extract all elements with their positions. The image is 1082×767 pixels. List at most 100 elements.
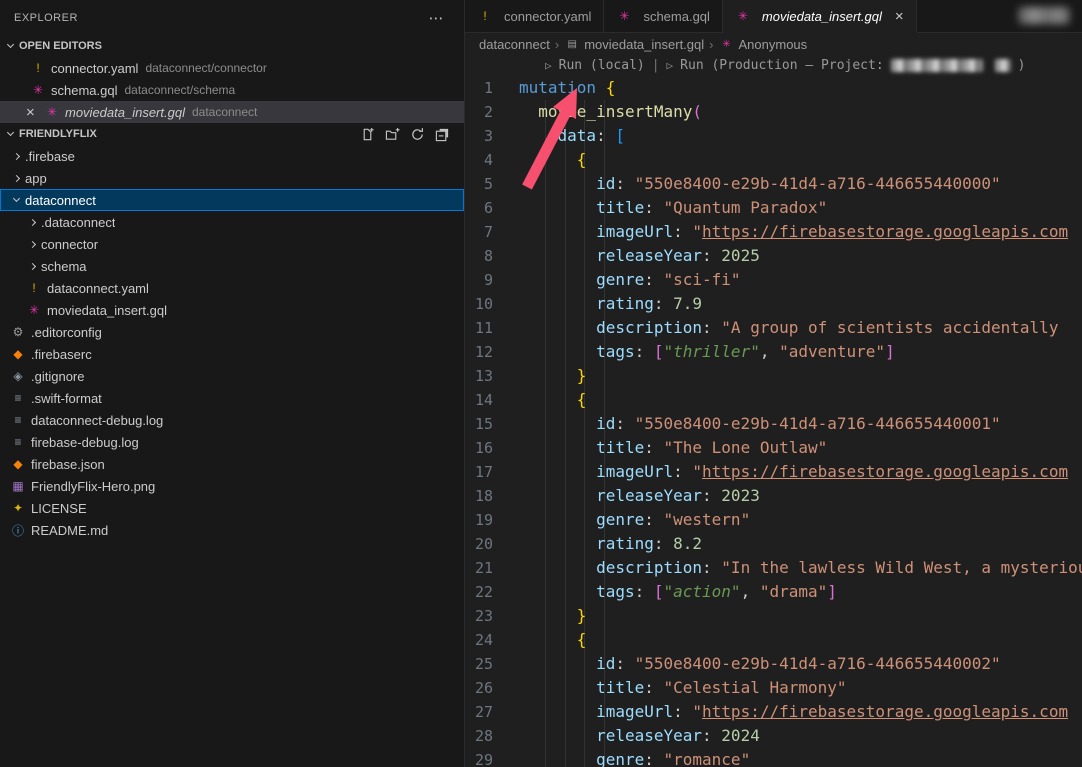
code-line[interactable]: 13 } (465, 364, 1082, 388)
firebase-icon: ◆ (10, 457, 26, 471)
tree-item-connector[interactable]: connector (0, 233, 464, 255)
code-line-text: releaseYear: 2024 (519, 724, 1082, 748)
more-actions-icon[interactable]: ⋯ (423, 9, 451, 27)
doc-icon: ≡ (10, 413, 26, 427)
tree-item-license[interactable]: ✦LICENSE (0, 497, 464, 519)
tree-item--firebaserc[interactable]: ◆.firebaserc (0, 343, 464, 365)
tree-item-schema[interactable]: schema (0, 255, 464, 277)
code-line[interactable]: 26 title: "Celestial Harmony" (465, 676, 1082, 700)
breadcrumb-item[interactable]: dataconnect (479, 37, 550, 52)
line-number: 3 (465, 124, 519, 148)
file-path: dataconnect/connector (145, 61, 266, 75)
code-line[interactable]: 6 title: "Quantum Paradox" (465, 196, 1082, 220)
tree-item-dataconnect-yaml[interactable]: !dataconnect.yaml (0, 277, 464, 299)
file-name: README.md (31, 523, 108, 538)
tree-item-firebase-json[interactable]: ◆firebase.json (0, 453, 464, 475)
code-line[interactable]: 27 imageUrl: "https://firebasestorage.go… (465, 700, 1082, 724)
code-line-text: imageUrl: "https://firebasestorage.googl… (519, 460, 1082, 484)
code-line-text: data: [ (519, 124, 1082, 148)
line-number: 4 (465, 148, 519, 172)
code-line[interactable]: 22 tags: ["action", "drama"] (465, 580, 1082, 604)
code-line[interactable]: 2 movie_insertMany( (465, 100, 1082, 124)
tree-item--dataconnect[interactable]: .dataconnect (0, 211, 464, 233)
tree-item-readme-md[interactable]: ⓘ README.md (0, 519, 464, 541)
code-line[interactable]: 19 genre: "western" (465, 508, 1082, 532)
new-folder-button[interactable] (385, 127, 400, 142)
code-line[interactable]: 5 id: "550e8400-e29b-41d4-a716-446655440… (465, 172, 1082, 196)
file-name: app (25, 171, 47, 186)
run-production-link[interactable]: Run (Production – Project: (680, 58, 884, 73)
open-editor-item[interactable]: ✳schema.gqldataconnect/schema (0, 79, 464, 101)
file-name: dataconnect (25, 193, 96, 208)
close-editor-icon[interactable]: × (26, 104, 44, 121)
close-icon[interactable]: × (895, 8, 904, 25)
open-editor-item[interactable]: ×✳moviedata_insert.gqldataconnect (0, 101, 464, 123)
tree-item--firebase[interactable]: .firebase (0, 145, 464, 167)
open-editor-item[interactable]: !connector.yamldataconnect/connector (0, 57, 464, 79)
line-number: 10 (465, 292, 519, 316)
code-line-text: releaseYear: 2025 (519, 244, 1082, 268)
breadcrumb-item[interactable]: ▤moviedata_insert.gql (564, 37, 704, 52)
code-line[interactable]: 14 { (465, 388, 1082, 412)
chevron-down-icon (7, 41, 14, 48)
open-editors-header[interactable]: OPEN EDITORS (0, 35, 464, 57)
code-line[interactable]: 29 genre: "romance" (465, 748, 1082, 767)
tree-item--editorconfig[interactable]: ⚙.editorconfig (0, 321, 464, 343)
code-line[interactable]: 24 { (465, 628, 1082, 652)
tree-item-dataconnect[interactable]: dataconnect (0, 189, 464, 211)
code-line-text: { (519, 388, 1082, 412)
new-file-button[interactable] (360, 127, 375, 142)
code-line[interactable]: 10 rating: 7.9 (465, 292, 1082, 316)
code-line[interactable]: 28 releaseYear: 2024 (465, 724, 1082, 748)
breadcrumb-label: Anonymous (739, 37, 808, 52)
collapse-folders-button[interactable] (435, 127, 450, 142)
code-line[interactable]: 18 releaseYear: 2023 (465, 484, 1082, 508)
tree-item-moviedata-insert-gql[interactable]: ✳moviedata_insert.gql (0, 299, 464, 321)
code-line[interactable]: 12 tags: ["thriller", "adventure"] (465, 340, 1082, 364)
refresh-explorer-button[interactable] (410, 127, 425, 142)
tab-schema-gql[interactable]: ✳schema.gql (604, 0, 722, 32)
info-icon: ⓘ (10, 522, 26, 539)
file-icon: ▤ (564, 39, 580, 50)
tree-item-friendlyflix-hero-png[interactable]: ▦FriendlyFlix-Hero.png (0, 475, 464, 497)
code-line[interactable]: 8 releaseYear: 2025 (465, 244, 1082, 268)
chevron-right-icon (13, 174, 20, 181)
tree-item--swift-format[interactable]: ≡.swift-format (0, 387, 464, 409)
code-line[interactable]: 4 { (465, 148, 1082, 172)
code-line[interactable]: 20 rating: 8.2 (465, 532, 1082, 556)
tab-label: connector.yaml (504, 9, 591, 24)
git-icon: ◈ (10, 369, 26, 383)
tree-item-app[interactable]: app (0, 167, 464, 189)
line-number: 24 (465, 628, 519, 652)
code-line[interactable]: 17 imageUrl: "https://firebasestorage.go… (465, 460, 1082, 484)
code-line[interactable]: 1mutation { (465, 76, 1082, 100)
code-line-text: genre: "sci-fi" (519, 268, 1082, 292)
tab-moviedata-insert-gql[interactable]: ✳moviedata_insert.gql× (723, 0, 917, 32)
workspace-header[interactable]: FRIENDLYFLIX (0, 123, 464, 145)
code-editor[interactable]: ▷ Run (local) | ▷ Run (Production – Proj… (465, 55, 1082, 767)
new-file-icon (360, 127, 375, 142)
code-line[interactable]: 16 title: "The Lone Outlaw" (465, 436, 1082, 460)
code-line[interactable]: 3 data: [ (465, 124, 1082, 148)
code-line[interactable]: 7 imageUrl: "https://firebasestorage.goo… (465, 220, 1082, 244)
breadcrumb-item[interactable]: ✳Anonymous (719, 37, 808, 52)
firebase-icon: ◆ (10, 347, 26, 361)
tree-item--gitignore[interactable]: ◈.gitignore (0, 365, 464, 387)
chevron-right-icon (13, 152, 20, 159)
redacted-project-id (891, 59, 983, 72)
tree-item-firebase-debug-log[interactable]: ≡firebase-debug.log (0, 431, 464, 453)
file-name: FriendlyFlix-Hero.png (31, 479, 155, 494)
tree-item-dataconnect-debug-log[interactable]: ≡dataconnect-debug.log (0, 409, 464, 431)
line-number: 23 (465, 604, 519, 628)
code-line[interactable]: 9 genre: "sci-fi" (465, 268, 1082, 292)
tab-connector-yaml[interactable]: !connector.yaml (465, 0, 604, 32)
code-line-text: id: "550e8400-e29b-41d4-a716-44665544000… (519, 172, 1082, 196)
run-local-link[interactable]: Run (local) (559, 58, 645, 73)
breadcrumb: dataconnect›▤moviedata_insert.gql›✳Anony… (465, 33, 1082, 55)
code-line[interactable]: 11 description: "A group of scientists a… (465, 316, 1082, 340)
code-line[interactable]: 21 description: "In the lawless Wild Wes… (465, 556, 1082, 580)
chevron-right-icon (29, 240, 36, 247)
code-line[interactable]: 23 } (465, 604, 1082, 628)
code-line[interactable]: 25 id: "550e8400-e29b-41d4-a716-44665544… (465, 652, 1082, 676)
code-line[interactable]: 15 id: "550e8400-e29b-41d4-a716-44665544… (465, 412, 1082, 436)
